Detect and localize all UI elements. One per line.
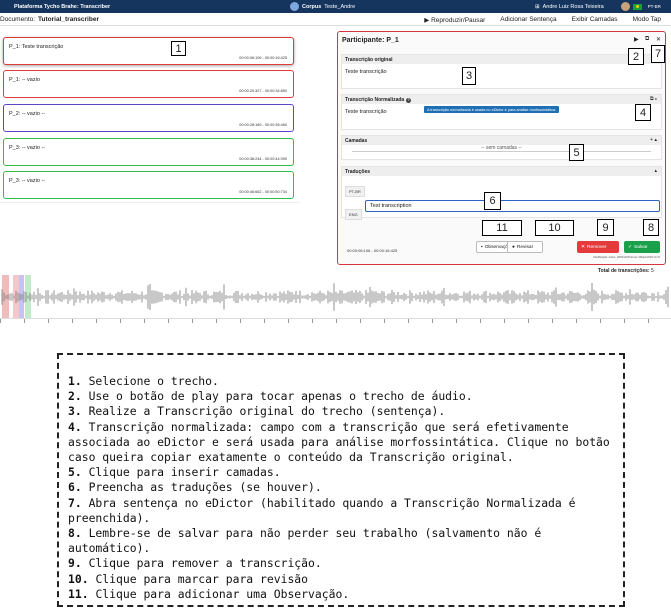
corpus-icon bbox=[290, 2, 299, 11]
instruction-item: 9. Clique para remover a transcrição. bbox=[68, 556, 322, 571]
segment-card[interactable]: P_1: Teste transcrição 00:00:06:106 - 00… bbox=[3, 37, 294, 65]
lang-ptbr: PT-BR bbox=[345, 186, 365, 197]
callout-6: 6 bbox=[484, 192, 501, 210]
segment-label: P_3: -- vazio -- bbox=[9, 178, 46, 184]
original-transcription-input[interactable]: Teste transcrição bbox=[342, 64, 661, 80]
segment-time: 00:00:28:189 - 00:00:35:460 bbox=[239, 123, 287, 127]
language-label: PT-BR bbox=[647, 4, 661, 9]
add-sentence-action[interactable]: Adicionar Sentença bbox=[500, 16, 556, 24]
callout-9: 9 bbox=[597, 219, 614, 236]
corpus-label: Corpus bbox=[302, 3, 322, 10]
translations-header: Traduções bbox=[342, 167, 661, 176]
segment-time: 00:00:06:106 - 00:00:16:425 bbox=[239, 56, 287, 60]
chevron-up-icon[interactable]: ▴ bbox=[654, 168, 657, 174]
instruction-item: 10. Clique para marcar para revisão bbox=[68, 571, 309, 586]
copy-icon[interactable]: ⧉ ▴ bbox=[650, 96, 657, 102]
instruction-item: 7. Abra sentença no eDictor (habilitado … bbox=[68, 495, 576, 525]
layers-empty-text: -- sem camadas -- bbox=[352, 145, 651, 152]
open-external-icon[interactable]: ⧉ bbox=[645, 36, 649, 43]
instruction-item: 2. Use o botão de play para tocar apenas… bbox=[68, 389, 473, 404]
user-name: Andre Luiz Rosa Teixeira bbox=[542, 3, 604, 10]
callout-8: 8 bbox=[643, 219, 659, 236]
document-label: Documento: bbox=[0, 16, 36, 23]
instructions-box: 1. Selecione o trecho. 2. Use o botão de… bbox=[57, 353, 625, 607]
ptbr-row: PT-BR bbox=[342, 176, 661, 202]
callout-11: 11 bbox=[482, 220, 522, 236]
close-icon: ✕ bbox=[581, 244, 586, 250]
callout-4: 4 bbox=[635, 104, 651, 121]
avatar[interactable] bbox=[620, 2, 630, 11]
instructions-list: 1. Selecione o trecho. 2. Use o botão de… bbox=[59, 355, 623, 602]
instruction-item: 11. Clique para adicionar uma Observação… bbox=[68, 586, 350, 601]
english-translation-input[interactable]: Test transcription bbox=[365, 200, 660, 212]
layers-section: Camadas + ▴ -- sem camadas -- bbox=[341, 135, 662, 160]
remove-button[interactable]: ✕ Remover bbox=[577, 241, 619, 253]
app-title: Plataforma Tycho Brahe: Transcriber bbox=[14, 3, 111, 10]
document-bar: Documento: Tutorial_transcriber ▶ Reprod… bbox=[0, 14, 671, 26]
segment-time: 00:00:46:662 - 00:00:50:734 bbox=[239, 190, 287, 194]
segment-time: 00:00:20:327 - 00:00:34:850 bbox=[239, 89, 287, 93]
user-area[interactable]: ⊞ Andre Luiz Rosa Teixeira PT-BR bbox=[535, 2, 661, 11]
corpus-name: Teste_Andre bbox=[324, 3, 356, 10]
callout-10: 10 bbox=[535, 220, 574, 236]
instruction-item: 3. Realize a Transcrição original do tre… bbox=[68, 404, 446, 419]
corpus-selector[interactable]: Corpus Teste_Andre bbox=[290, 2, 355, 11]
play-pause-action[interactable]: ▶ Reproduzir/Pausar bbox=[424, 16, 485, 24]
callout-2: 2 bbox=[628, 48, 644, 65]
participant-title: Participante: P_1 bbox=[342, 37, 399, 44]
instruction-item: 4. Transcrição normalizada: campo com a … bbox=[68, 419, 610, 465]
total-transcriptions: Total de transcrições: 5 bbox=[598, 268, 654, 274]
comment-icon: ▪ bbox=[481, 244, 483, 250]
lang-eng: ENG bbox=[345, 209, 362, 220]
normalized-transcription-header: Transcrição Normalizada? bbox=[342, 95, 661, 104]
review-button[interactable]: ● Revisar bbox=[507, 241, 543, 253]
segment-time: 00:00:38:244 - 00:00:44:390 bbox=[239, 157, 287, 161]
document-title: Tutorial_transcriber bbox=[38, 16, 99, 23]
time-ruler bbox=[0, 318, 671, 324]
segment-label: P_1: -- vazio bbox=[9, 77, 40, 83]
top-bar: Plataforma Tycho Brahe: Transcriber Corp… bbox=[0, 0, 671, 13]
instruction-item: 6. Preencha as traduções (se houver). bbox=[68, 480, 322, 495]
original-transcription-section: Transcrição original Teste transcrição bbox=[341, 54, 662, 89]
segment-label: P_3: -- vazio -- bbox=[9, 145, 46, 151]
instruction-item: 5. Clique para inserir camadas. bbox=[68, 465, 281, 480]
tap-mode-action[interactable]: Modo Tap bbox=[633, 16, 661, 24]
help-icon[interactable]: ? bbox=[406, 98, 412, 103]
layers-header: Camadas bbox=[342, 136, 661, 145]
waveform-bars bbox=[1, 283, 669, 311]
normalized-tooltip: A transcrição normalizada é usada no eDi… bbox=[424, 106, 560, 113]
segment-label: P_1: Teste transcrição bbox=[9, 44, 64, 50]
document-actions: ▶ Reproduzir/Pausar Adicionar Sentença E… bbox=[424, 16, 661, 24]
segment-card[interactable]: P_2: -- vazio -- 00:00:28:189 - 00:00:35… bbox=[3, 104, 294, 132]
callout-3: 3 bbox=[462, 67, 476, 85]
segment-list-spacer bbox=[0, 202, 300, 265]
play-segment-icon[interactable]: ▶ bbox=[634, 36, 639, 43]
segment-time-range: 00:00:06:106 - 00:00:16:425 bbox=[347, 248, 398, 253]
instruction-item: 1. Selecione o trecho. bbox=[68, 374, 219, 388]
edit-meta: Modificação: Andre, 28/01/2025 Envie: 08… bbox=[593, 256, 660, 259]
callout-5: 5 bbox=[569, 144, 584, 161]
save-button[interactable]: ✓ Salvar bbox=[624, 241, 660, 253]
grid-icon[interactable]: ⊞ bbox=[535, 4, 540, 10]
segment-card[interactable]: P_3: -- vazio -- 00:00:46:662 - 00:00:50… bbox=[3, 171, 294, 199]
check-icon: ✓ bbox=[628, 244, 633, 250]
callout-1: 1 bbox=[171, 41, 186, 56]
instruction-item: 8. Lembre-se de salvar para não perder s… bbox=[68, 526, 542, 556]
show-layers-action[interactable]: Exibir Camadas bbox=[572, 16, 618, 24]
audio-waveform[interactable] bbox=[0, 275, 671, 319]
original-transcription-header: Transcrição original bbox=[342, 55, 661, 64]
segment-label: P_2: -- vazio -- bbox=[9, 111, 46, 117]
info-icon: ● bbox=[512, 244, 515, 250]
segment-card[interactable]: P_1: -- vazio 00:00:20:327 - 00:00:34:85… bbox=[3, 70, 294, 98]
segment-card[interactable]: P_3: -- vazio -- 00:00:38:244 - 00:00:44… bbox=[3, 138, 294, 166]
add-layer-icon[interactable]: + ▴ bbox=[650, 137, 657, 143]
callout-7: 7 bbox=[651, 45, 665, 63]
brazil-flag-icon[interactable] bbox=[632, 3, 642, 10]
close-icon[interactable]: ✕ bbox=[656, 36, 661, 43]
